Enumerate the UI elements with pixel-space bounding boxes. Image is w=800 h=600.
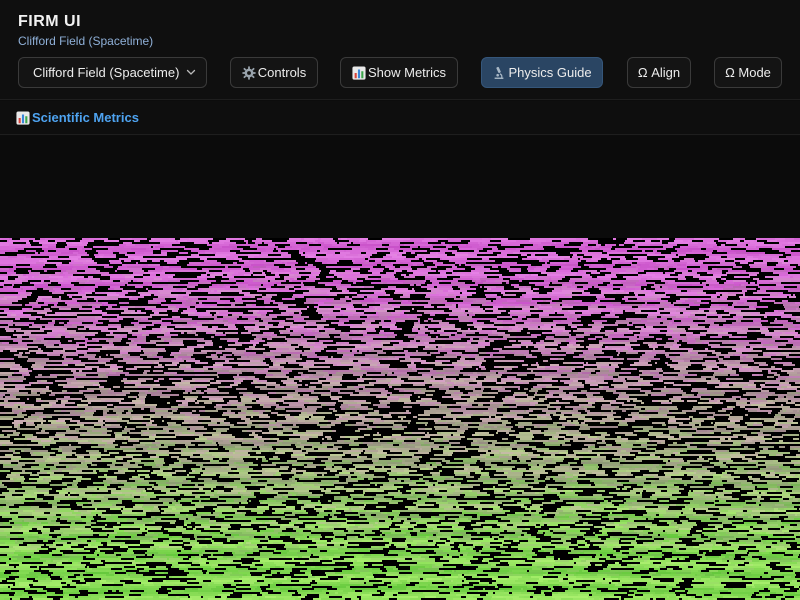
omega-mode-label: Ω Mode [725,65,771,80]
controls-button[interactable]: Controls [230,57,318,88]
omega-align-button[interactable]: Ω Align [627,57,691,88]
field-select-value: Clifford Field (Spacetime) [33,65,180,80]
metrics-content-area [0,136,800,238]
gear-icon [242,65,256,80]
controls-label: Controls [257,65,307,80]
scientific-metrics-panel-header[interactable]: Scientific Metrics [0,101,800,135]
physics-guide-label: Physics Guide [508,65,592,80]
show-metrics-button[interactable]: Show Metrics [340,57,458,88]
app-title: FIRM UI [18,13,82,30]
field-visualization-canvas[interactable] [0,238,800,600]
app-header: FIRM UI Clifford Field (Spacetime) Cliff… [0,0,800,100]
clifford-field-render [0,238,800,600]
show-metrics-label: Show Metrics [367,65,447,80]
bar-chart-icon [16,110,30,125]
scientific-metrics-label: Scientific Metrics [32,110,139,125]
bar-chart-icon [352,65,366,80]
microscope-icon [495,66,504,79]
chevron-down-icon [186,69,196,75]
toolbar: Clifford Field (Spacetime) Controls Show… [0,57,800,89]
physics-guide-button[interactable]: Physics Guide [481,57,603,88]
omega-align-label: Ω Align [637,65,681,80]
field-select[interactable]: Clifford Field (Spacetime) [18,57,207,88]
scientific-metrics-title[interactable]: Scientific Metrics [16,110,139,125]
field-bands [0,238,800,600]
omega-mode-button[interactable]: Ω Mode [714,57,782,88]
app-subtitle: Clifford Field (Spacetime) [18,34,154,48]
